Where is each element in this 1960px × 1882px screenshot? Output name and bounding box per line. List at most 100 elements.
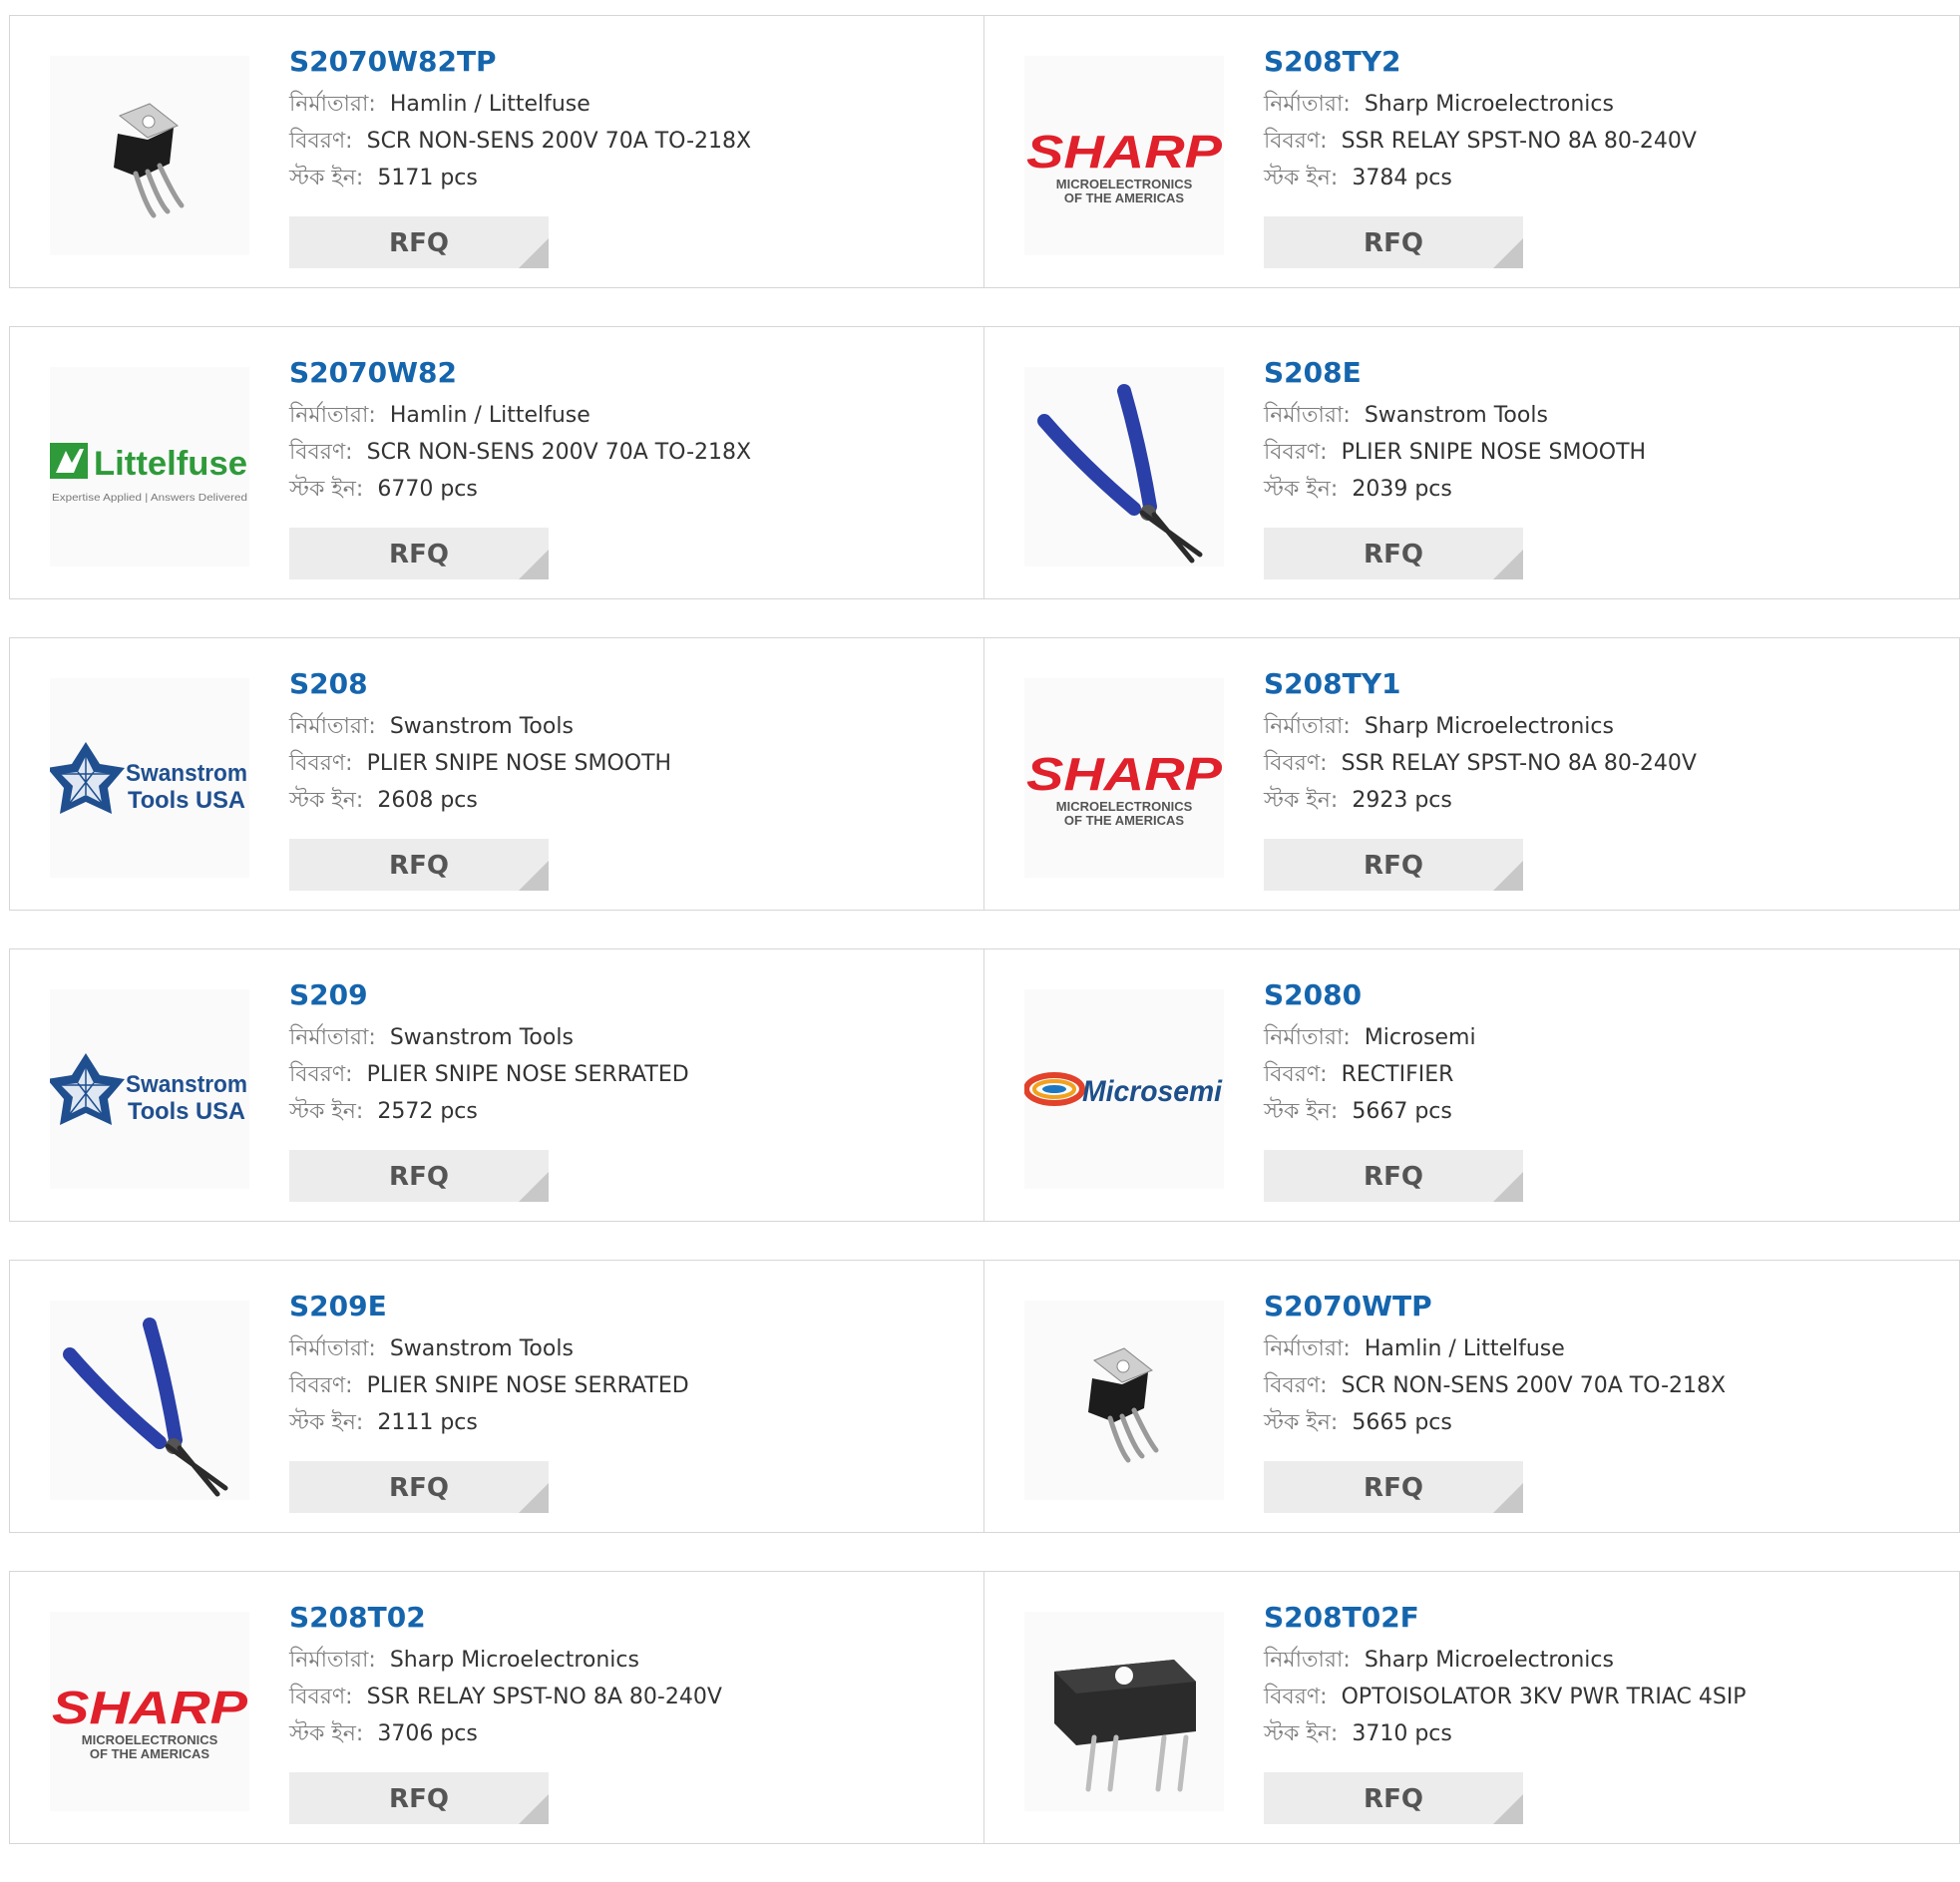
rfq-button[interactable]: RFQ — [1264, 216, 1523, 268]
part-number-link[interactable]: S209 — [289, 975, 964, 1015]
product-image[interactable]: Littelfuse Expertise Applied | Answers De… — [50, 367, 249, 566]
part-number-link[interactable]: S208 — [289, 664, 964, 704]
part-number-link[interactable]: S2080 — [1264, 975, 1939, 1015]
product-image[interactable]: SHARP MICROELECTRONICS OF THE AMERICAS — [50, 1612, 249, 1811]
rfq-button[interactable]: RFQ — [1264, 1150, 1523, 1202]
rfq-button[interactable]: RFQ — [289, 839, 549, 891]
product-info: S209E নির্মাতারা: Swanstrom Tools বিবরণ: PLI… — [289, 1287, 964, 1441]
rfq-label: RFQ — [1364, 1162, 1423, 1192]
part-number-link[interactable]: S209E — [289, 1287, 964, 1326]
manufacturer-value: Sharp Microelectronics — [389, 1648, 639, 1673]
product-image[interactable] — [1024, 1612, 1224, 1811]
description-value: PLIER SNIPE NOSE SMOOTH — [366, 751, 672, 776]
stock-value: 6770 pcs — [377, 477, 478, 502]
rfq-label: RFQ — [1364, 228, 1423, 258]
svg-text:SHARP: SHARP — [1026, 748, 1222, 800]
part-number-link[interactable]: S208T02F — [1264, 1598, 1939, 1638]
rfq-label: RFQ — [1364, 1473, 1423, 1503]
sharp-logo: SHARPMICROELECTRONICSOF THE AMERICAS — [1026, 126, 1222, 205]
rfq-label: RFQ — [389, 1473, 449, 1503]
description-label: বিবরণ: — [289, 751, 353, 776]
product-image[interactable]: Swanstrom Tools USA — [50, 678, 249, 878]
manufacturer-line: নির্মাতারা: Hamlin / Littelfuse — [289, 397, 964, 434]
rfq-button[interactable]: RFQ — [289, 1150, 549, 1202]
description-value: PLIER SNIPE NOSE SERRATED — [366, 1373, 689, 1398]
svg-text:MICROELECTRONICS: MICROELECTRONICS — [1056, 799, 1193, 814]
manufacturer-value: Sharp Microelectronics — [1364, 714, 1614, 739]
stock-line: স্টক ইন: 3706 pcs — [289, 1715, 964, 1752]
manufacturer-line: নির্মাতারা: Hamlin / Littelfuse — [289, 86, 964, 123]
svg-text:Tools USA: Tools USA — [128, 1098, 245, 1125]
svg-text:Littelfuse: Littelfuse — [94, 445, 247, 483]
product-row: S209E নির্মাতারা: Swanstrom Tools বিবরণ: PLI… — [9, 1260, 1960, 1535]
part-number-link[interactable]: S208E — [1264, 353, 1939, 393]
description-label: বিবরণ: — [1264, 440, 1328, 465]
svg-text:Expertise Applied | Answers De: Expertise Applied | Answers Delivered — [52, 493, 247, 504]
stock-value: 3784 pcs — [1352, 166, 1452, 190]
manufacturer-line: নির্মাতারা: Swanstrom Tools — [289, 708, 964, 745]
product-image[interactable]: Microsemi — [1024, 989, 1224, 1189]
product-image[interactable] — [50, 56, 249, 255]
rfq-corner-decoration — [1493, 1794, 1523, 1824]
product-card: SHARP MICROELECTRONICS OF THE AMERICAS S208… — [9, 1571, 984, 1844]
manufacturer-value: Swanstrom Tools — [389, 1025, 574, 1050]
manufacturer-line: নির্মাতারা: Hamlin / Littelfuse — [1264, 1330, 1939, 1367]
description-line: বিবরণ: PLIER SNIPE NOSE SMOOTH — [1264, 434, 1939, 471]
manufacturer-value: Hamlin / Littelfuse — [389, 92, 590, 117]
rfq-button[interactable]: RFQ — [289, 528, 549, 579]
rfq-button[interactable]: RFQ — [1264, 839, 1523, 891]
rfq-button[interactable]: RFQ — [289, 216, 549, 268]
part-number-link[interactable]: S208TY1 — [1264, 664, 1939, 704]
product-image[interactable]: SHARP MICROELECTRONICS OF THE AMERICAS — [1024, 56, 1224, 255]
stock-value: 5665 pcs — [1352, 1410, 1452, 1435]
product-image[interactable]: SHARP MICROELECTRONICS OF THE AMERICAS — [1024, 678, 1224, 878]
rfq-corner-decoration — [519, 1794, 549, 1824]
rfq-button[interactable]: RFQ — [1264, 1461, 1523, 1513]
rfq-button[interactable]: RFQ — [289, 1772, 549, 1824]
product-card: S208T02F নির্মাতারা: Sharp Microelectronic… — [983, 1571, 1960, 1844]
manufacturer-label: নির্মাতারা: — [1264, 714, 1351, 739]
manufacturer-line: নির্মাতারা: Sharp Microelectronics — [1264, 86, 1939, 123]
product-info: S2080 নির্মাতারা: Microsemi বিবরণ: RECTIFIER… — [1264, 975, 1939, 1130]
rfq-button[interactable]: RFQ — [1264, 1772, 1523, 1824]
stock-value: 3706 pcs — [377, 1721, 478, 1746]
to218-package-icon — [1088, 1347, 1159, 1463]
to218-package-icon — [114, 103, 185, 218]
product-info: S2070WTP নির্মাতারা: Hamlin / Littelfuse বি… — [1264, 1287, 1939, 1441]
description-value: SCR NON-SENS 200V 70A TO-218X — [1341, 1373, 1727, 1398]
part-number-link[interactable]: S208TY2 — [1264, 42, 1939, 82]
part-number-link[interactable]: S208T02 — [289, 1598, 964, 1638]
description-label: বিবরণ: — [289, 1685, 353, 1709]
svg-text:Swanstrom: Swanstrom — [126, 760, 247, 787]
product-image[interactable] — [1024, 1301, 1224, 1500]
rfq-label: RFQ — [389, 540, 449, 569]
manufacturer-line: নির্মাতারা: Sharp Microelectronics — [1264, 708, 1939, 745]
manufacturer-value: Swanstrom Tools — [389, 714, 574, 739]
product-card: Swanstrom Tools USA S209 নির্মাতারা: Swanstr… — [9, 948, 984, 1222]
manufacturer-label: নির্মাতারা: — [289, 1648, 376, 1673]
manufacturer-label: নির্মাতারা: — [289, 1025, 376, 1050]
product-image[interactable] — [50, 1301, 249, 1500]
part-number-link[interactable]: S2070W82 — [289, 353, 964, 393]
product-image[interactable] — [1024, 367, 1224, 566]
part-number-link[interactable]: S2070WTP — [1264, 1287, 1939, 1326]
product-image[interactable]: Swanstrom Tools USA — [50, 989, 249, 1189]
littelfuse-logo: Littelfuse Expertise Applied | Answers De… — [50, 443, 247, 504]
svg-text:Microsemi: Microsemi — [1082, 1075, 1223, 1108]
product-card: Littelfuse Expertise Applied | Answers De… — [9, 326, 984, 599]
stock-label: স্টক ইন: — [1264, 788, 1339, 813]
description-value: SSR RELAY SPST-NO 8A 80-240V — [1341, 751, 1697, 776]
product-grid: S2070W82TP নির্মাতারা: Hamlin / Littelfuse… — [9, 15, 1960, 1882]
rfq-corner-decoration — [519, 238, 549, 268]
part-number-link[interactable]: S2070W82TP — [289, 42, 964, 82]
product-info: S2070W82 নির্মাতারা: Hamlin / Littelfuse বি… — [289, 353, 964, 508]
rfq-button[interactable]: RFQ — [1264, 528, 1523, 579]
description-line: বিবরণ: SSR RELAY SPST-NO 8A 80-240V — [1264, 123, 1939, 160]
stock-value: 3710 pcs — [1352, 1721, 1452, 1746]
manufacturer-label: নির্মাতারা: — [289, 1336, 376, 1361]
description-value: PLIER SNIPE NOSE SERRATED — [366, 1062, 689, 1087]
svg-text:OF THE AMERICAS: OF THE AMERICAS — [90, 1746, 209, 1761]
product-card: S2070W82TP নির্মাতারা: Hamlin / Littelfuse… — [9, 15, 984, 288]
manufacturer-value: Microsemi — [1364, 1025, 1476, 1050]
rfq-button[interactable]: RFQ — [289, 1461, 549, 1513]
